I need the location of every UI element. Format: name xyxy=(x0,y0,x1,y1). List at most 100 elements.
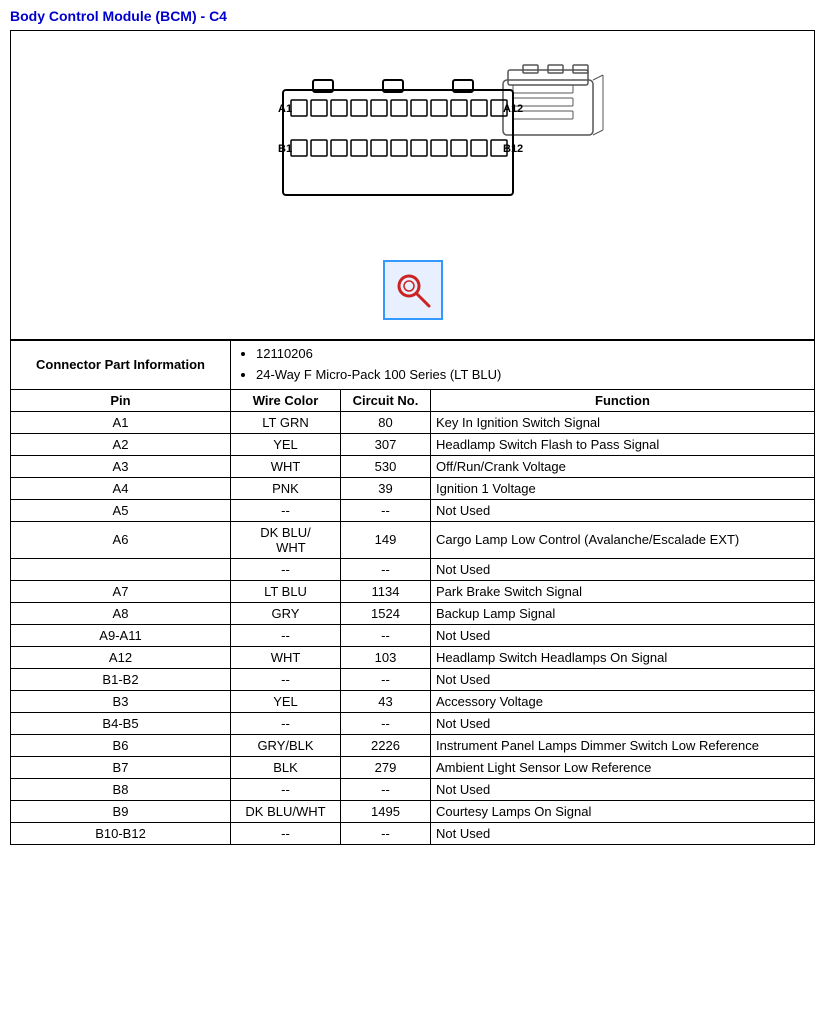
function-cell: Not Used xyxy=(431,668,815,690)
svg-text:B1: B1 xyxy=(278,143,292,155)
function-cell: Accessory Voltage xyxy=(431,690,815,712)
table-row: B1-B2----Not Used xyxy=(11,668,815,690)
wire-cell: -- xyxy=(231,558,341,580)
pin-cell: B4-B5 xyxy=(11,712,231,734)
function-cell: Not Used xyxy=(431,712,815,734)
circuit-cell: 1134 xyxy=(341,580,431,602)
connector-info-row: Connector Part Information 12110206 24-W… xyxy=(11,341,815,390)
table-row: ----Not Used xyxy=(11,558,815,580)
search-icon-svg xyxy=(393,270,433,310)
function-cell: Not Used xyxy=(431,778,815,800)
circuit-cell: -- xyxy=(341,822,431,844)
header-circuit: Circuit No. xyxy=(341,389,431,411)
pin-cell: A2 xyxy=(11,433,231,455)
pin-cell xyxy=(11,558,231,580)
function-cell: Instrument Panel Lamps Dimmer Switch Low… xyxy=(431,734,815,756)
wire-cell: LT GRN xyxy=(231,411,341,433)
function-cell: Not Used xyxy=(431,624,815,646)
wire-cell: BLK xyxy=(231,756,341,778)
connector-svg: A1 A12 B1 B12 xyxy=(203,50,623,250)
pin-cell: B9 xyxy=(11,800,231,822)
circuit-cell: 1495 xyxy=(341,800,431,822)
wire-cell: -- xyxy=(231,624,341,646)
function-cell: Headlamp Switch Flash to Pass Signal xyxy=(431,433,815,455)
svg-text:A12: A12 xyxy=(503,103,523,115)
wire-cell: DK BLU/ WHT xyxy=(231,521,341,558)
header-pin: Pin xyxy=(11,389,231,411)
circuit-cell: -- xyxy=(341,712,431,734)
pin-cell: A8 xyxy=(11,602,231,624)
header-function: Function xyxy=(431,389,815,411)
connector-table: Connector Part Information 12110206 24-W… xyxy=(10,340,815,845)
circuit-cell: 2226 xyxy=(341,734,431,756)
pin-cell: A6 xyxy=(11,521,231,558)
table-row: A1LT GRN80Key In Ignition Switch Signal xyxy=(11,411,815,433)
circuit-cell: 1524 xyxy=(341,602,431,624)
table-row: A6DK BLU/ WHT149Cargo Lamp Low Control (… xyxy=(11,521,815,558)
pin-cell: A1 xyxy=(11,411,231,433)
circuit-cell: 307 xyxy=(341,433,431,455)
table-row: A2YEL307Headlamp Switch Flash to Pass Si… xyxy=(11,433,815,455)
function-cell: Ignition 1 Voltage xyxy=(431,477,815,499)
page-container: Body Control Module (BCM) - C4 xyxy=(0,0,825,853)
wire-cell: WHT xyxy=(231,646,341,668)
pin-cell: A3 xyxy=(11,455,231,477)
function-cell: Key In Ignition Switch Signal xyxy=(431,411,815,433)
table-row: B9DK BLU/WHT1495Courtesy Lamps On Signal xyxy=(11,800,815,822)
function-cell: Courtesy Lamps On Signal xyxy=(431,800,815,822)
table-row: A7LT BLU1134Park Brake Switch Signal xyxy=(11,580,815,602)
svg-text:A1: A1 xyxy=(278,103,292,115)
pin-cell: B7 xyxy=(11,756,231,778)
circuit-cell: 103 xyxy=(341,646,431,668)
page-title: Body Control Module (BCM) - C4 xyxy=(10,8,815,24)
function-cell: Not Used xyxy=(431,822,815,844)
diagram-box: A1 A12 B1 B12 xyxy=(10,30,815,340)
table-row: B8----Not Used xyxy=(11,778,815,800)
function-cell: Backup Lamp Signal xyxy=(431,602,815,624)
header-wire: Wire Color xyxy=(231,389,341,411)
table-row: B4-B5----Not Used xyxy=(11,712,815,734)
pin-cell: A4 xyxy=(11,477,231,499)
wire-cell: -- xyxy=(231,778,341,800)
circuit-cell: -- xyxy=(341,778,431,800)
circuit-cell: -- xyxy=(341,624,431,646)
circuit-cell: 39 xyxy=(341,477,431,499)
pin-cell: B3 xyxy=(11,690,231,712)
pin-cell: A9-A11 xyxy=(11,624,231,646)
circuit-cell: 530 xyxy=(341,455,431,477)
pin-cell: A12 xyxy=(11,646,231,668)
wire-cell: -- xyxy=(231,712,341,734)
connector-details: 12110206 24-Way F Micro-Pack 100 Series … xyxy=(231,341,815,390)
table-row: A12WHT103Headlamp Switch Headlamps On Si… xyxy=(11,646,815,668)
part-number: 12110206 xyxy=(256,344,809,365)
pin-cell: A5 xyxy=(11,499,231,521)
wire-cell: -- xyxy=(231,668,341,690)
circuit-cell: 43 xyxy=(341,690,431,712)
wire-cell: GRY/BLK xyxy=(231,734,341,756)
connector-info-label: Connector Part Information xyxy=(11,341,231,390)
wire-cell: LT BLU xyxy=(231,580,341,602)
wire-cell: WHT xyxy=(231,455,341,477)
svg-text:B12: B12 xyxy=(503,143,523,155)
function-cell: Not Used xyxy=(431,558,815,580)
function-cell: Not Used xyxy=(431,499,815,521)
circuit-cell: -- xyxy=(341,558,431,580)
table-row: B7BLK279Ambient Light Sensor Low Referen… xyxy=(11,756,815,778)
wire-cell: GRY xyxy=(231,602,341,624)
pin-cell: B10-B12 xyxy=(11,822,231,844)
wire-cell: -- xyxy=(231,499,341,521)
pin-cell: A7 xyxy=(11,580,231,602)
table-row: B10-B12----Not Used xyxy=(11,822,815,844)
magnify-icon[interactable] xyxy=(383,260,443,320)
table-row: A5----Not Used xyxy=(11,499,815,521)
wire-cell: PNK xyxy=(231,477,341,499)
wire-cell: YEL xyxy=(231,690,341,712)
pin-cell: B8 xyxy=(11,778,231,800)
function-cell: Park Brake Switch Signal xyxy=(431,580,815,602)
function-cell: Ambient Light Sensor Low Reference xyxy=(431,756,815,778)
connector-description: 24-Way F Micro-Pack 100 Series (LT BLU) xyxy=(256,365,809,386)
function-cell: Headlamp Switch Headlamps On Signal xyxy=(431,646,815,668)
pin-cell: B6 xyxy=(11,734,231,756)
circuit-cell: 80 xyxy=(341,411,431,433)
table-row: A8GRY1524Backup Lamp Signal xyxy=(11,602,815,624)
